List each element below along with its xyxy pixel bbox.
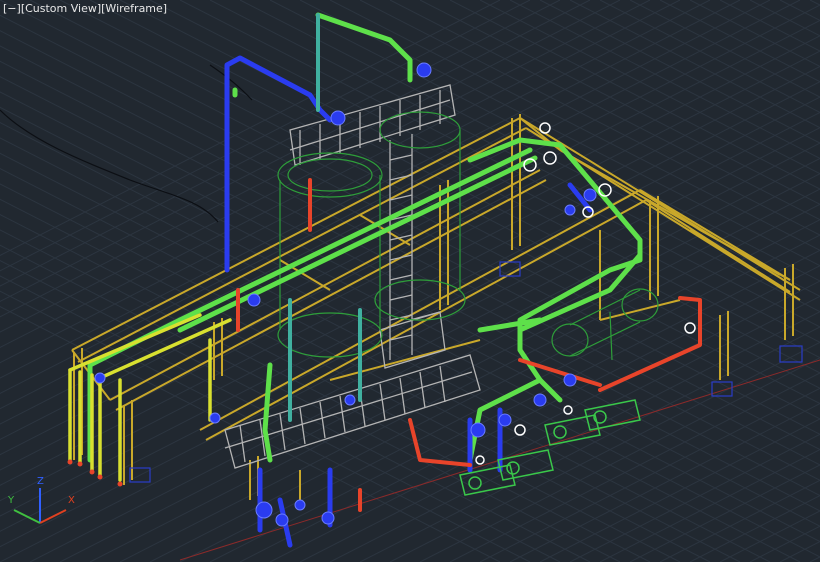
ucs-y-axis [13, 509, 41, 524]
view-name-button[interactable]: [Custom View] [21, 2, 101, 15]
ucs-y-label: Y [7, 495, 15, 506]
process-pipes-cyan[interactable] [288, 13, 362, 422]
model-viewport[interactable]: Z X Y [−][Custom View][Wireframe] [0, 0, 820, 562]
wireframe-model-scene[interactable]: Z X Y [0, 0, 820, 562]
viewport-controls: [−][Custom View][Wireframe] [3, 2, 167, 15]
ucs-x-label: X [68, 495, 75, 506]
sketch-lines [0, 64, 253, 223]
ucs-x-axis [39, 509, 67, 524]
viewport-menu-button[interactable]: [−] [3, 2, 21, 15]
ucs-z-label: Z [37, 476, 44, 487]
visual-style-button[interactable]: [Wireframe] [101, 2, 167, 15]
